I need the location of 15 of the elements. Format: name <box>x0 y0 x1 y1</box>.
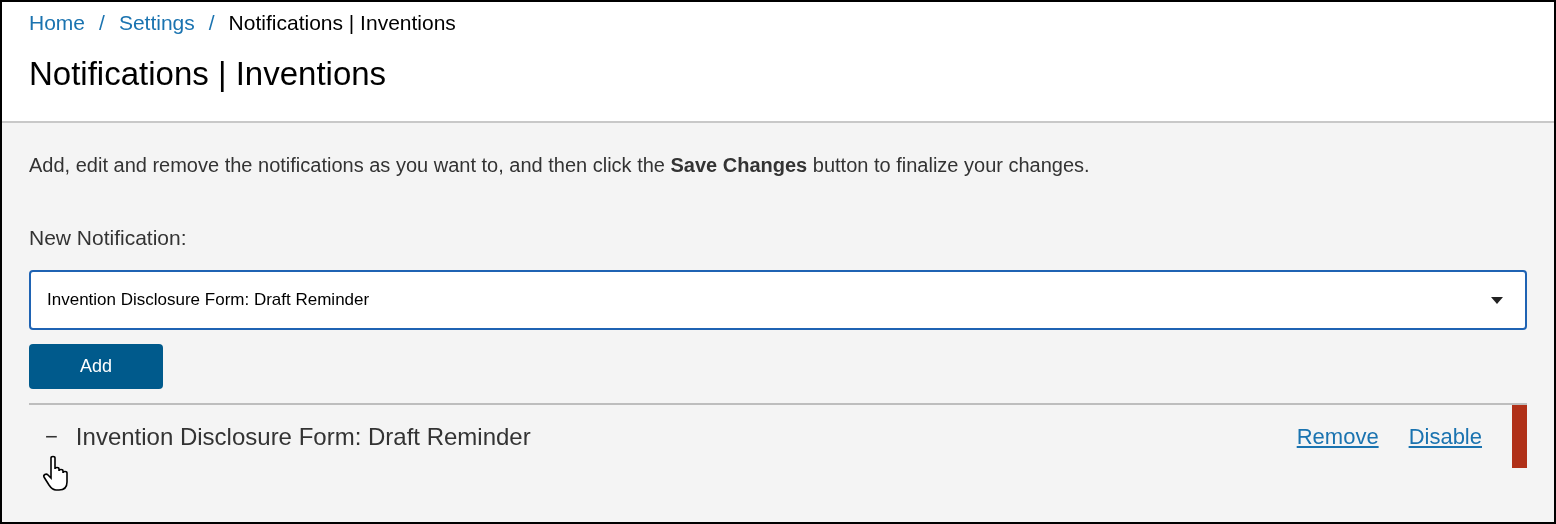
notification-name: Invention Disclosure Form: Draft Reminder <box>75 422 532 452</box>
breadcrumb-separator: / <box>99 10 105 36</box>
breadcrumb-separator: / <box>208 10 215 36</box>
breadcrumb-link[interactable]: Home <box>29 8 86 38</box>
remove-link[interactable]: Remove <box>1296 422 1379 452</box>
instructions-text: Add, edit and remove the notifications as you want to, and then click the Save Changes button to finalize your changes. <box>29 153 1091 178</box>
field-label: New Notification: <box>29 225 187 251</box>
breadcrumb-link[interactable]: Settings <box>118 8 195 38</box>
add-button[interactable]: Add <box>29 344 163 389</box>
notification-select[interactable]: Invention Disclosure Form: Draft Reminder <box>29 270 1527 330</box>
dropdown-caret-icon <box>1491 296 1503 304</box>
breadcrumb-current: Notifications | Inventions <box>228 10 456 36</box>
collapse-dash[interactable]: − <box>45 422 58 452</box>
page-title: Notifications | Inventions <box>29 54 388 94</box>
disable-link[interactable]: Disable <box>1408 422 1482 452</box>
